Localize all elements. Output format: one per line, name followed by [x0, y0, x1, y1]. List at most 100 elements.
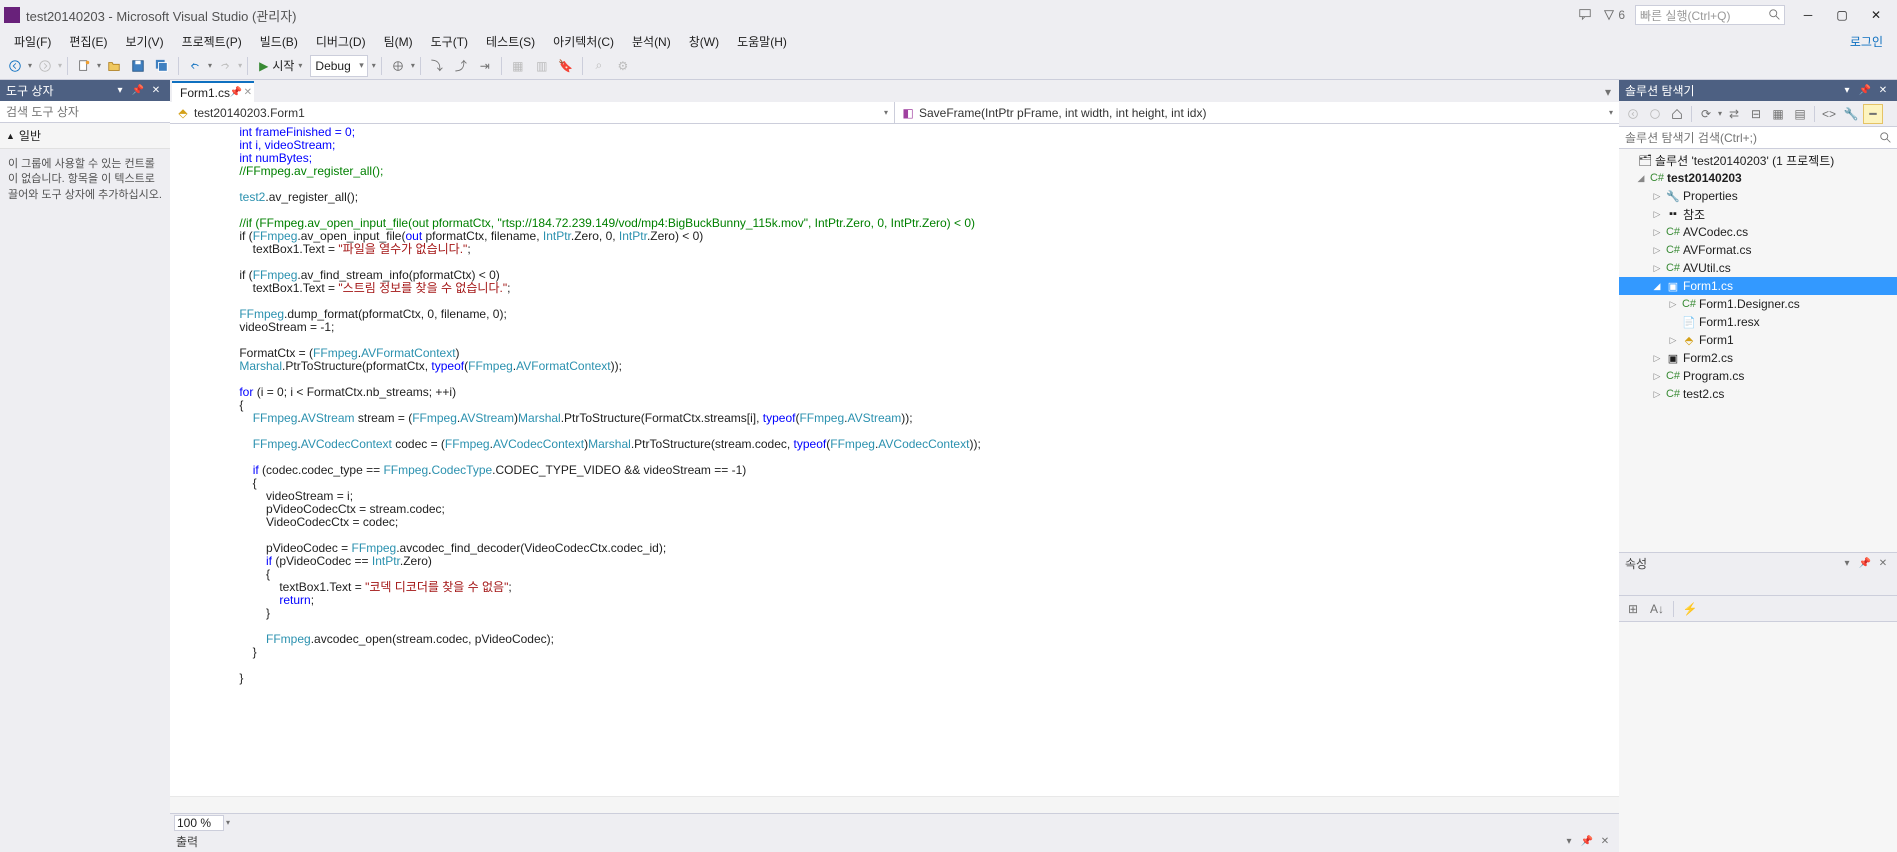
- toolbox-search-input[interactable]: [0, 101, 170, 123]
- breadcrumb-method[interactable]: ◧ SaveFrame(IntPtr pFrame, int width, in…: [895, 102, 1619, 123]
- sx-wrench-button[interactable]: 🔧: [1841, 104, 1861, 124]
- menu-edit[interactable]: 편집(E): [61, 31, 115, 52]
- menu-view[interactable]: 보기(V): [117, 31, 171, 52]
- sx-close-button[interactable]: ✕: [1875, 83, 1891, 99]
- props-alphabetical-button[interactable]: A↓: [1647, 599, 1667, 619]
- menu-test[interactable]: 테스트(S): [478, 31, 543, 52]
- tree-test2[interactable]: ▷ C# test2.cs: [1619, 385, 1897, 403]
- expander-icon[interactable]: ▷: [1667, 334, 1679, 346]
- expander-icon[interactable]: [1623, 154, 1635, 166]
- sx-preview-button[interactable]: <>: [1819, 104, 1839, 124]
- save-button[interactable]: [127, 55, 149, 77]
- menu-help[interactable]: 도움말(H): [729, 31, 795, 52]
- start-debug-button[interactable]: ▶ 시작 ▾: [253, 55, 308, 77]
- tree-form1-resx[interactable]: 📄 Form1.resx: [1619, 313, 1897, 331]
- redo-button[interactable]: [214, 55, 236, 77]
- tree-form2[interactable]: ▷ ▣ Form2.cs: [1619, 349, 1897, 367]
- step-into-button[interactable]: ⤵: [426, 55, 448, 77]
- uncomment-button[interactable]: ▥: [531, 55, 553, 77]
- expander-icon[interactable]: ▷: [1651, 244, 1663, 256]
- tree-properties[interactable]: ▷ 🔧 Properties: [1619, 187, 1897, 205]
- code-editor[interactable]: int frameFinished = 0; int i, videoStrea…: [170, 124, 1619, 796]
- expander-icon[interactable]: ▷: [1667, 298, 1679, 310]
- menu-tools[interactable]: 도구(T): [423, 31, 476, 52]
- find-button[interactable]: ⌕: [588, 55, 610, 77]
- toolbox-close-button[interactable]: ✕: [148, 83, 164, 99]
- bookmark-button[interactable]: 🔖: [555, 55, 577, 77]
- sx-pin-button[interactable]: 📌: [1857, 83, 1873, 99]
- tab-dropdown-button[interactable]: ▾: [1597, 82, 1619, 102]
- tree-avformat[interactable]: ▷ C# AVFormat.cs: [1619, 241, 1897, 259]
- expander-icon[interactable]: [1667, 316, 1679, 328]
- close-button[interactable]: ✕: [1859, 2, 1893, 28]
- nav-back-button[interactable]: [4, 55, 26, 77]
- expander-icon[interactable]: ▷: [1651, 226, 1663, 238]
- props-close-button[interactable]: ✕: [1875, 556, 1891, 572]
- tree-references[interactable]: ▷ ▪▪ 참조: [1619, 205, 1897, 223]
- expander-icon[interactable]: ◢: [1635, 172, 1647, 184]
- tree-avcodec[interactable]: ▷ C# AVCodec.cs: [1619, 223, 1897, 241]
- expander-icon[interactable]: ▷: [1651, 370, 1663, 382]
- expander-icon[interactable]: ◢: [1651, 280, 1663, 292]
- sx-home-button[interactable]: [1667, 104, 1687, 124]
- expander-icon[interactable]: ▷: [1651, 208, 1663, 220]
- comment-button[interactable]: ▦: [507, 55, 529, 77]
- close-tab-icon[interactable]: ✕: [244, 87, 252, 98]
- sx-collapse-button[interactable]: ⊟: [1746, 104, 1766, 124]
- props-dropdown-button[interactable]: ▾: [1839, 556, 1855, 572]
- sx-toggle-button[interactable]: ━: [1863, 104, 1883, 124]
- tree-form1-designer[interactable]: ▷ C# Form1.Designer.cs: [1619, 295, 1897, 313]
- undo-button[interactable]: [184, 55, 206, 77]
- toolbox-pin-button[interactable]: 📌: [130, 83, 146, 99]
- sx-refresh-button[interactable]: ⟳: [1696, 104, 1716, 124]
- menu-team[interactable]: 팀(M): [376, 31, 421, 52]
- tree-form1[interactable]: ◢ ▣ Form1.cs: [1619, 277, 1897, 295]
- menu-file[interactable]: 파일(F): [6, 31, 59, 52]
- toolbox-group-general[interactable]: ▲ 일반: [0, 123, 170, 149]
- expander-icon[interactable]: ▷: [1651, 352, 1663, 364]
- tree-form1-class[interactable]: ▷ ⬘ Form1: [1619, 331, 1897, 349]
- solution-explorer-search-input[interactable]: [1619, 127, 1897, 149]
- tree-solution-root[interactable]: 🗂 솔루션 'test20140203' (1 프로젝트): [1619, 151, 1897, 169]
- quick-launch-input[interactable]: 빠른 실행(Ctrl+Q): [1635, 5, 1785, 25]
- nav-forward-button[interactable]: [34, 55, 56, 77]
- pin-icon[interactable]: 📌: [230, 87, 242, 98]
- menu-analyze[interactable]: 분석(N): [624, 31, 679, 52]
- new-file-button[interactable]: [73, 55, 95, 77]
- step-over-button[interactable]: ⤴: [450, 55, 472, 77]
- breadcrumb-class[interactable]: ⬘ test20140203.Form1 ▾: [170, 102, 895, 123]
- tree-program[interactable]: ▷ C# Program.cs: [1619, 367, 1897, 385]
- minimize-button[interactable]: ─: [1791, 2, 1825, 28]
- toolbox-dropdown-button[interactable]: ▾: [112, 83, 128, 99]
- sx-showall-button[interactable]: ▦: [1768, 104, 1788, 124]
- props-categorized-button[interactable]: ⊞: [1623, 599, 1643, 619]
- sx-forward-button[interactable]: [1645, 104, 1665, 124]
- step-out-button[interactable]: ⇥: [474, 55, 496, 77]
- output-close-button[interactable]: ✕: [1597, 834, 1613, 850]
- settings-button[interactable]: ⚙: [612, 55, 634, 77]
- expander-icon[interactable]: ▷: [1651, 190, 1663, 202]
- props-pin-button[interactable]: 📌: [1857, 556, 1873, 572]
- save-all-button[interactable]: [151, 55, 173, 77]
- open-file-button[interactable]: [103, 55, 125, 77]
- config-dropdown[interactable]: Debug: [310, 55, 367, 77]
- sx-sync-button[interactable]: ⇄: [1724, 104, 1744, 124]
- output-dropdown-button[interactable]: ▾: [1561, 834, 1577, 850]
- expander-icon[interactable]: ▷: [1651, 262, 1663, 274]
- props-events-button[interactable]: ⚡: [1680, 599, 1700, 619]
- browser-link-button[interactable]: [387, 55, 409, 77]
- login-link[interactable]: 로그인: [1842, 31, 1891, 52]
- zoom-level[interactable]: 100 %: [174, 815, 224, 831]
- expander-icon[interactable]: ▷: [1651, 388, 1663, 400]
- output-pin-button[interactable]: 📌: [1579, 834, 1595, 850]
- sx-properties-button[interactable]: ▤: [1790, 104, 1810, 124]
- tab-form1-cs[interactable]: Form1.cs 📌 ✕: [172, 81, 254, 102]
- menu-project[interactable]: 프로젝트(P): [174, 31, 250, 52]
- feedback-icon[interactable]: [1578, 7, 1592, 24]
- horizontal-scrollbar[interactable]: [170, 796, 1619, 813]
- sx-back-button[interactable]: [1623, 104, 1643, 124]
- notifications-icon[interactable]: 6: [1602, 8, 1625, 22]
- menu-debug[interactable]: 디버그(D): [308, 31, 374, 52]
- sx-dropdown-button[interactable]: ▾: [1839, 83, 1855, 99]
- menu-window[interactable]: 창(W): [681, 31, 727, 52]
